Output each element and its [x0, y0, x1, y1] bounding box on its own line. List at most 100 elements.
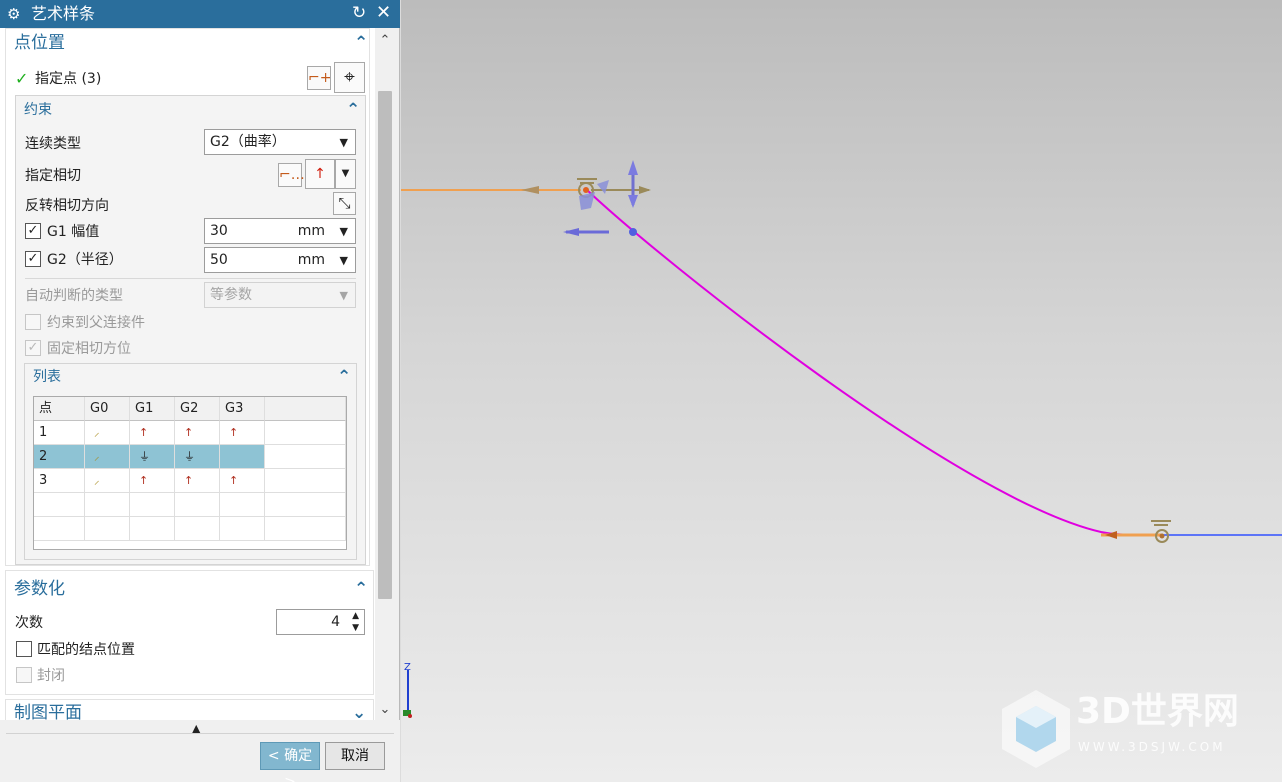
point-icon[interactable]: ⸝: [85, 421, 130, 445]
point-icon[interactable]: ⸝: [85, 445, 130, 469]
chevron-down-icon: ▼: [339, 136, 348, 149]
spline-curve[interactable]: [586, 189, 1162, 536]
cancel-button[interactable]: 取消: [325, 742, 385, 770]
chevron-down-icon: ▼: [341, 168, 350, 179]
curvature-point[interactable]: [629, 228, 637, 236]
drawing-plane-title: 制图平面: [14, 703, 82, 720]
handle-arrow: [639, 186, 651, 194]
scroll-up-icon[interactable]: ⌃: [375, 31, 395, 51]
drawing-plane-group: 制图平面 ⌄: [5, 699, 374, 720]
tangent-icon[interactable]: ↑: [130, 469, 175, 493]
scroll-down-icon[interactable]: ⌄: [375, 700, 395, 720]
g1-magnitude-label: G1 幅值: [47, 224, 100, 240]
g2-radius-input[interactable]: 50 mm ▼: [204, 247, 356, 273]
point-symbol-bar: [1154, 524, 1168, 526]
curvature-icon[interactable]: ↑: [175, 421, 220, 445]
g1-magnitude-input[interactable]: 30 mm ▼: [204, 218, 356, 244]
ground-icon[interactable]: ⏚: [175, 445, 220, 469]
fix-tangent-label: 固定相切方位: [47, 341, 131, 357]
table-row-selected[interactable]: 2 ⸝ ⏚ ⏚: [34, 445, 346, 469]
watermark: 3D世界网 WWW.3DSJW.COM: [996, 686, 1256, 772]
match-knots-label: 匹配的结点位置: [37, 642, 135, 658]
point-snap-button[interactable]: ⌖: [334, 62, 365, 93]
g2-radius-checkbox[interactable]: ✓: [25, 251, 41, 267]
point-icon[interactable]: ⸝: [85, 469, 130, 493]
collapse-constraint-icon[interactable]: ⌃: [346, 101, 360, 119]
dialog-content: 点位置 ⌃ ✓ 指定点 (3) ⌐+ ⌖ 约束 ⌃ 连续类型 G2（曲率） ▼ …: [0, 28, 375, 720]
flow-icon[interactable]: ↑: [220, 469, 265, 493]
ok-button[interactable]: < 确定 >: [260, 742, 320, 782]
tangent-arrowhead: [521, 186, 539, 194]
point-position-title: 点位置: [14, 33, 65, 53]
ground-icon[interactable]: ⏚: [130, 445, 175, 469]
expand-drawing-plane-icon[interactable]: ⌄: [352, 704, 366, 720]
row-point: 3: [34, 469, 85, 493]
continuity-type-select[interactable]: G2（曲率） ▼: [204, 129, 356, 155]
match-knots-checkbox[interactable]: [16, 641, 32, 657]
divider: [25, 278, 356, 279]
gear-icon: ⚙: [7, 5, 21, 23]
crosshair-icon: ⌖: [344, 66, 355, 88]
collapse-list-icon[interactable]: ⌃: [337, 368, 351, 386]
col-g2[interactable]: G2: [175, 397, 220, 421]
z-axis-label: Z: [404, 662, 411, 673]
col-g3[interactable]: G3: [220, 397, 265, 421]
empty-cell[interactable]: [220, 445, 265, 469]
spin-up-icon[interactable]: ▲: [352, 610, 359, 622]
reset-icon[interactable]: ↻: [352, 3, 366, 23]
point-dialog-button[interactable]: ⌐+: [307, 66, 331, 90]
col-g0[interactable]: G0: [85, 397, 130, 421]
footer-divider: [6, 733, 394, 734]
g1-magnitude-checkbox[interactable]: ✓: [25, 223, 41, 239]
watermark-url: WWW.3DSJW.COM: [1078, 740, 1226, 754]
table-row[interactable]: 1 ⸝ ↑ ↑ ↑: [34, 421, 346, 445]
table-row-empty: [34, 517, 346, 541]
point-dialog-icon: ⌐+: [308, 70, 332, 86]
col-g1[interactable]: G1: [130, 397, 175, 421]
degree-value: 4: [331, 614, 340, 630]
spin-down-icon[interactable]: ▼: [352, 622, 359, 634]
curvature-handle-arrow[interactable]: [563, 228, 579, 236]
collapse-parameterization-icon[interactable]: ⌃: [354, 580, 368, 598]
chevron-down-icon: ▼: [339, 254, 348, 267]
art-spline-dialog: ⚙ 艺术样条 ↻ ✕ 点位置 ⌃ ✓ 指定点 (3) ⌐+ ⌖ 约束 ⌃ 连续类…: [0, 0, 400, 782]
degree-spinner[interactable]: 4 ▲ ▼: [276, 609, 365, 635]
end-point-dot: [1159, 533, 1165, 539]
dialog-footer: ▲ < 确定 > 取消: [0, 720, 400, 782]
flow-icon[interactable]: ↑: [220, 421, 265, 445]
curvature-icon[interactable]: ↑: [175, 469, 220, 493]
graphics-viewport[interactable]: Z 3D世界网 WWW.3DSJW.COM: [401, 0, 1282, 782]
tangent-vector-dropdown[interactable]: ▼: [335, 159, 356, 189]
chevron-down-icon: ▼: [339, 289, 348, 302]
g2-radius-label: G2（半径）: [47, 252, 123, 268]
point-symbol-bar: [1151, 520, 1171, 522]
check-icon: ✓: [15, 69, 29, 88]
start-point-dot: [583, 187, 589, 193]
dialog-scrollbar[interactable]: ⌃ ⌄: [375, 28, 395, 720]
vertical-handle-arrow-up[interactable]: [628, 160, 638, 175]
col-point[interactable]: 点: [34, 397, 85, 421]
constrain-to-parent-label: 约束到父连接件: [47, 315, 145, 331]
scene-canvas[interactable]: Z: [401, 0, 1282, 782]
row-filler: [265, 445, 346, 469]
dialog-title: 艺术样条: [31, 4, 96, 23]
close-icon[interactable]: ✕: [376, 2, 391, 24]
rotate-handle[interactable]: [597, 180, 609, 194]
tangent-icon[interactable]: ↑: [130, 421, 175, 445]
scrollbar-thumb[interactable]: [378, 91, 392, 599]
chevron-down-icon: ▼: [339, 225, 348, 238]
table-row[interactable]: 3 ⸝ ↑ ↑ ↑: [34, 469, 346, 493]
reverse-direction-icon: ⤡: [338, 194, 351, 212]
dialog-titlebar: ⚙ 艺术样条 ↻ ✕: [0, 0, 400, 28]
watermark-text: 3D世界网: [1076, 691, 1239, 732]
reverse-tangent-label: 反转相切方向: [25, 198, 109, 214]
row-filler: [265, 421, 346, 445]
vertical-handle-arrow-down[interactable]: [628, 195, 638, 208]
continuity-type-label: 连续类型: [25, 136, 81, 152]
tangent-vector-button[interactable]: ↑: [305, 159, 335, 189]
closed-checkbox: [16, 667, 32, 683]
vector-dialog-button[interactable]: ⌐…: [278, 163, 305, 187]
reverse-tangent-button[interactable]: ⤡: [333, 192, 356, 215]
collapse-point-position-icon[interactable]: ⌃: [354, 34, 368, 52]
degree-label: 次数: [15, 615, 43, 631]
